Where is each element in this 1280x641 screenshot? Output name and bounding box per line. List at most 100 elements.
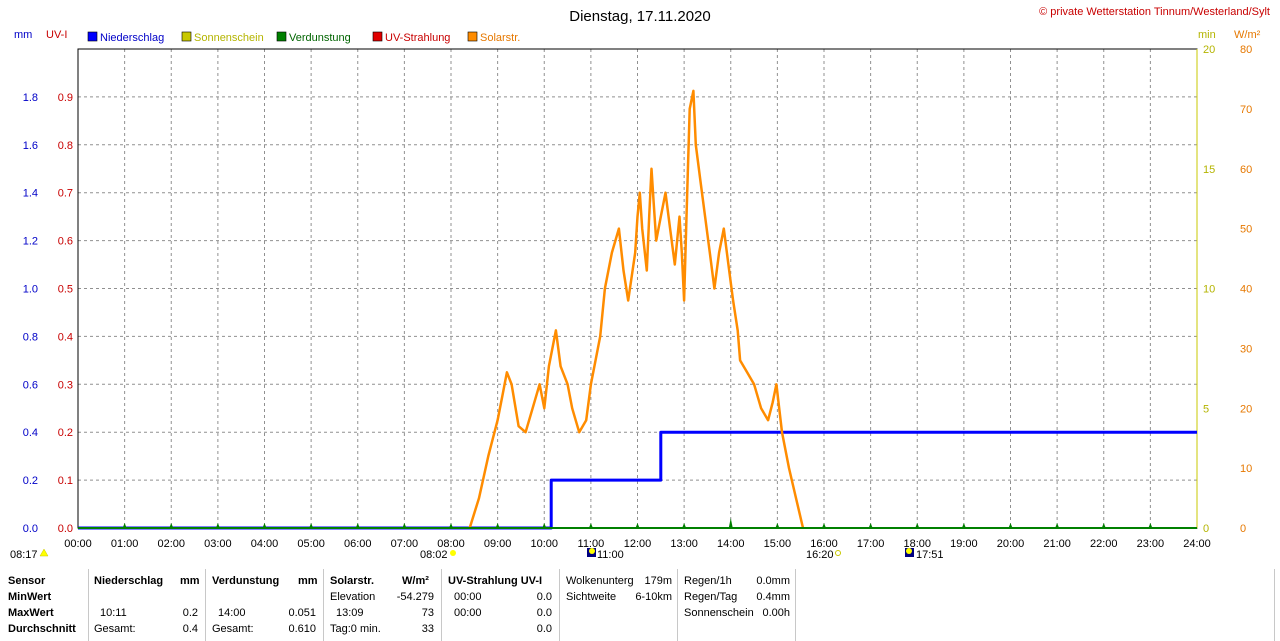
stats-divider bbox=[441, 569, 442, 641]
legend-label: Verdunstung bbox=[289, 32, 351, 44]
y-tick-uv: 0.5 bbox=[58, 284, 73, 296]
rain-day-value: 0.4mm bbox=[756, 591, 790, 603]
y-tick-uv: 0.2 bbox=[58, 427, 73, 439]
x-tick-labels: 00:00 01:00 02:00 03:00 04:00 05:00 06:00 07:00… bbox=[64, 538, 1211, 550]
verdunstung-mark bbox=[309, 523, 314, 528]
y-tick-min: 20 bbox=[1203, 44, 1215, 56]
x-tick-label: 02:00 bbox=[157, 538, 185, 550]
sun-icon bbox=[450, 550, 456, 556]
verdunstung-mark bbox=[775, 523, 780, 528]
solar-avg-value: 33 bbox=[421, 623, 434, 635]
solar-end-time: 16:20 bbox=[806, 549, 834, 561]
x-tick-label: 04:00 bbox=[251, 538, 279, 550]
verdunstung-mark bbox=[1055, 523, 1060, 528]
x-tick-label: 05:00 bbox=[297, 538, 325, 550]
verdunstung-mark bbox=[868, 523, 873, 528]
solar-unit: W/m² bbox=[402, 575, 429, 587]
rain-max-time: 10:11 bbox=[100, 607, 127, 619]
stats-divider bbox=[1274, 569, 1275, 641]
y-tick-mm: 1.0 bbox=[23, 284, 38, 296]
solar-elevation-value: -54.279 bbox=[396, 591, 434, 603]
y-tick-uv: 0.9 bbox=[58, 92, 73, 104]
y-tick-uv: 0.3 bbox=[58, 379, 73, 391]
series-line-solar bbox=[468, 89, 805, 529]
y-tick-wm2: 50 bbox=[1240, 224, 1252, 236]
solar-elevation-label: Elevation bbox=[330, 591, 376, 603]
verdunstung-mark bbox=[588, 523, 593, 528]
rain-unit: mm bbox=[180, 575, 200, 587]
legend-swatch bbox=[87, 31, 98, 42]
moon-icon bbox=[589, 548, 595, 554]
evap-header: Verdunstung bbox=[212, 575, 280, 587]
chart-grid bbox=[77, 48, 1198, 529]
chart-title: Dienstag, 17.11.2020 bbox=[569, 8, 711, 25]
x-tick-label: 13:00 bbox=[670, 538, 698, 550]
rain-total-value: 0.4 bbox=[182, 623, 198, 635]
x-tick-label: 20:00 bbox=[997, 538, 1025, 550]
x-tick-label: 06:00 bbox=[344, 538, 372, 550]
x-tick-label: 00:00 bbox=[64, 538, 92, 550]
y-tick-uv: 0.4 bbox=[58, 331, 73, 343]
x-tick-label: 12:00 bbox=[624, 538, 652, 550]
y-tick-mm: 0.6 bbox=[23, 379, 38, 391]
legend-label: Sonnenschein bbox=[194, 32, 264, 44]
uv-min-value: 0.0 bbox=[536, 591, 552, 603]
station-credit: © private Wetterstation Tinnum/Westerlan… bbox=[1039, 6, 1270, 18]
legend-label: UV-Strahlung bbox=[385, 32, 450, 44]
uv-avg-value: 0.0 bbox=[536, 623, 552, 635]
stats-divider bbox=[88, 569, 89, 641]
visibility-label: Sichtweite bbox=[566, 591, 617, 603]
legend-swatch bbox=[372, 31, 383, 42]
x-tick-label: 10:00 bbox=[530, 538, 558, 550]
rain-hour-value: 0.0mm bbox=[756, 575, 790, 587]
verdunstung-mark bbox=[542, 523, 547, 528]
moon-time-1: 11:00 bbox=[597, 549, 624, 561]
verdunstung-mark bbox=[915, 523, 920, 528]
legend-swatch bbox=[181, 31, 192, 42]
y-tick-uv: 0.6 bbox=[58, 236, 73, 248]
stats-sensor-header: Sensor bbox=[8, 575, 46, 587]
legend-swatch bbox=[467, 31, 478, 42]
sunrise-time: 08:17 bbox=[10, 549, 38, 561]
y-tick-mm: 1.4 bbox=[23, 188, 38, 200]
weather-chart: Dienstag, 17.11.2020 © private Wettersta… bbox=[10, 6, 1270, 561]
moon-icon bbox=[906, 548, 912, 554]
verdunstung-mark bbox=[122, 523, 127, 528]
x-tick-label: 21:00 bbox=[1043, 538, 1071, 550]
y-tick-wm2: 80 bbox=[1240, 44, 1252, 56]
rain-max-value: 0.2 bbox=[182, 607, 198, 619]
x-tick-label: 22:00 bbox=[1090, 538, 1118, 550]
verdunstung-mark bbox=[215, 523, 220, 528]
statistics-table: Sensor MinWert MaxWert Durchschnitt Nied… bbox=[0, 569, 1280, 641]
verdunstung-mark bbox=[495, 523, 500, 528]
legend-label: Niederschlag bbox=[100, 32, 164, 44]
y-tick-mm: 0.4 bbox=[23, 427, 38, 439]
uv-header: UV-Strahlung UV-I bbox=[448, 575, 543, 587]
verdunstung-mark bbox=[355, 523, 360, 528]
verdunstung-mark bbox=[635, 523, 640, 528]
sunset-icon bbox=[835, 550, 841, 556]
rain-hour-label: Regen/1h bbox=[684, 575, 732, 587]
verdunstung-mark bbox=[449, 523, 453, 528]
x-tick-label: 19:00 bbox=[950, 538, 978, 550]
y-tick-wm2: 70 bbox=[1240, 104, 1252, 116]
solar-start-time: 08:02 bbox=[420, 549, 448, 561]
verdunstung-mark bbox=[1008, 523, 1013, 528]
y-tick-wm2: 40 bbox=[1240, 284, 1252, 296]
verdunstung-mark bbox=[961, 523, 966, 528]
legend-label: Solarstr. bbox=[480, 32, 520, 44]
uv-min-time: 00:00 bbox=[454, 591, 482, 603]
y-tick-mm: 0.0 bbox=[23, 523, 38, 535]
y-tick-uv: 0.1 bbox=[58, 475, 73, 487]
x-tick-label: 24:00 bbox=[1183, 538, 1211, 550]
x-tick-label: 23:00 bbox=[1137, 538, 1165, 550]
evap-unit: mm bbox=[298, 575, 318, 587]
x-tick-label: 09:00 bbox=[484, 538, 512, 550]
verdunstung-mark bbox=[728, 518, 733, 528]
y-tick-uv: 0.0 bbox=[58, 523, 73, 535]
verdunstung-mark bbox=[1148, 523, 1153, 528]
evap-total-value: 0.610 bbox=[288, 623, 316, 635]
stats-row-avg: Durchschnitt bbox=[8, 623, 76, 635]
x-tick-label: 03:00 bbox=[204, 538, 232, 550]
y-tick-wm2: 30 bbox=[1240, 343, 1252, 355]
